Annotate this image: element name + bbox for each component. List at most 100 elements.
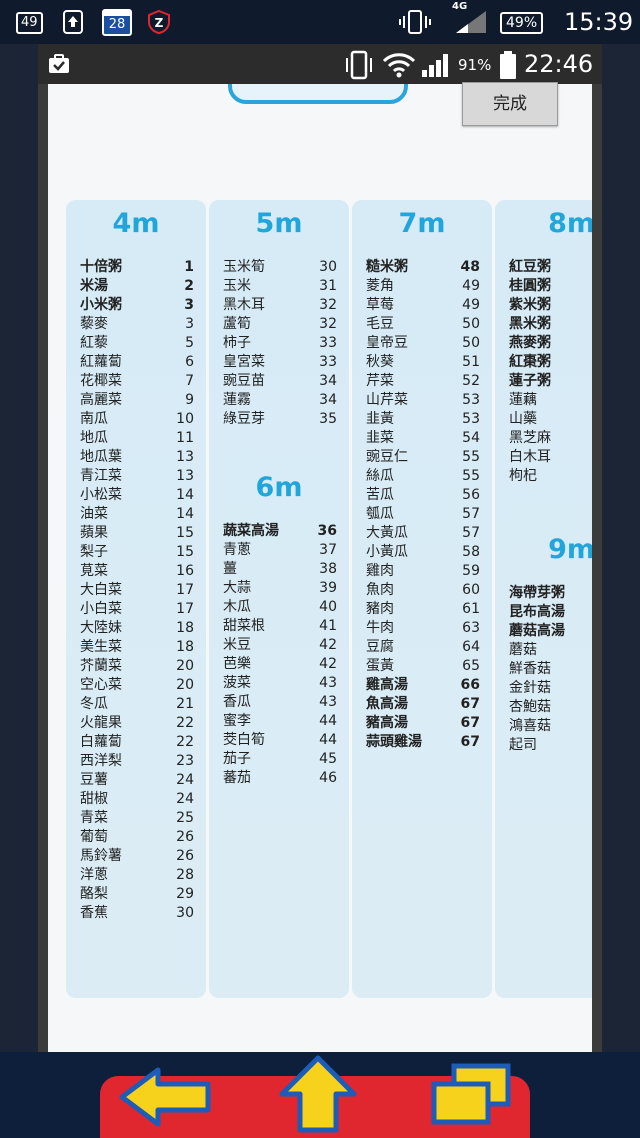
ingredient-item: 玉米 31 [223,277,337,296]
ingredient-item: 毛豆 50 [366,315,480,334]
ingredient-page: 5 [185,335,194,351]
vibrate-icon [398,9,432,35]
ingredient-name: 豬肉 [366,601,394,617]
ingredient-item: 秋葵 51 [366,353,480,372]
ingredient-name: 紅棗粥 [509,354,551,370]
home-arrow-up-icon [279,1055,357,1133]
ingredient-name: 芥蘭菜 [80,658,122,674]
ingredient-name: 絲瓜 [366,468,394,484]
ingredient-name: 山芹菜 [366,392,408,408]
ingredient-name: 蘆筍 [223,316,251,332]
ingredient-page: 58 [462,544,480,560]
ingredient-item: 香蕉 30 [80,904,194,923]
ingredient-page: 42 [319,637,337,653]
ingredient-page: 10 [176,411,194,427]
ingredient-page: 49 [462,297,480,313]
ingredient-item: 紅豆粥 [509,258,592,277]
ingredient-name: 毛豆 [366,316,394,332]
ingredient-item: 小松菜 14 [80,486,194,505]
home-button[interactable] [278,1054,358,1134]
ingredient-page: 30 [176,905,194,921]
notification-count: 49 [21,15,38,30]
ingredient-item: 鮮香菇 [509,660,592,679]
ingredient-item: 柿子 33 [223,334,337,353]
ingredient-page: 3 [184,297,194,313]
back-button[interactable] [118,1064,214,1130]
ingredient-item: 西洋梨 23 [80,752,194,771]
ingredient-name: 小白菜 [80,601,122,617]
ingredient-name: 地瓜 [80,430,108,446]
ingredient-item: 大黃瓜 57 [366,524,480,543]
ingredient-name: 瓠瓜 [366,506,394,522]
ingredient-name: 桂圓粥 [509,278,551,294]
ingredient-page: 44 [319,713,337,729]
ingredient-item: 葡萄 26 [80,828,194,847]
status-bar: 49 28 Z 4G 49% 15:39 [0,0,640,44]
calendar-icon: 28 [102,9,132,36]
ingredient-name: 甜椒 [80,791,108,807]
ingredient-page: 17 [176,601,194,617]
ingredient-item: 木瓜 40 [223,598,337,617]
ingredient-name: 玉米筍 [223,259,265,275]
ingredient-name: 蓮霧 [223,392,251,408]
ingredient-name: 紅蘿蔔 [80,354,122,370]
ingredient-page: 39 [319,580,337,596]
ingredient-item: 蓮藕 [509,391,592,410]
column-4m: 4m 十倍粥 1 米湯 2 小米粥 3 藜麥 3 紅藜 5 紅蘿蔔 6 花椰菜 7 高麗菜 9 南瓜 10 地瓜 11… [66,200,206,998]
inner-signal-percent: 91% [458,56,492,74]
ingredient-page: 61 [462,601,480,617]
ingredient-page: 20 [176,658,194,674]
ingredient-item: 米豆 42 [223,636,337,655]
ingredient-name: 紫米粥 [509,297,551,313]
ingredient-name: 白木耳 [509,449,551,465]
ingredient-item: 甜菜根 41 [223,617,337,636]
ingredient-item: 蓮子粥 [509,372,592,391]
ingredient-name: 香蕉 [80,905,108,921]
ingredient-page: 11 [176,430,194,446]
ingredient-page: 36 [317,523,337,539]
arrow-left-icon [119,1067,211,1127]
ingredient-item: 蜜李 44 [223,712,337,731]
ingredient-page: 17 [176,582,194,598]
ingredient-item: 豆腐 64 [366,638,480,657]
done-button[interactable]: 完成 [462,82,558,126]
ingredient-item: 大白菜 17 [80,581,194,600]
ingredient-name: 蘋果 [80,525,108,541]
ingredient-page: 67 [460,715,480,731]
ingredient-item: 山芹菜 53 [366,391,480,410]
ingredient-item: 菠菜 43 [223,674,337,693]
ingredient-item: 豆薯 24 [80,771,194,790]
recipe-index-page[interactable]: 4m 十倍粥 1 米湯 2 小米粥 3 藜麥 3 紅藜 5 紅蘿蔔 6 花椰菜 7 高麗菜 9 南瓜 10 地瓜 11… [48,84,592,1052]
ingredient-name: 小米粥 [80,297,122,313]
ingredient-name: 韭菜 [366,430,394,446]
column-header-secondary: 9m [548,534,592,565]
ingredient-name: 黑木耳 [223,297,265,313]
phone-vibrate-icon [344,50,374,80]
ingredient-name: 杏鮑菇 [509,699,551,715]
ingredient-name: 空心菜 [80,677,122,693]
ingredient-page: 45 [319,751,337,767]
ingredient-name: 木瓜 [223,599,251,615]
recents-button[interactable] [428,1062,512,1128]
ingredient-name: 西洋梨 [80,753,122,769]
ingredient-item: 青菜 25 [80,809,194,828]
ingredient-item: 地瓜 11 [80,429,194,448]
ingredient-name: 葡萄 [80,829,108,845]
ingredient-item: 青江菜 13 [80,467,194,486]
ingredient-page: 28 [176,867,194,883]
ingredient-page: 32 [319,316,337,332]
ingredient-item: 魚高湯 67 [366,695,480,714]
ingredient-name: 蘑菇 [509,642,537,658]
column-8m-9m: 8m 紅豆粥 桂圓粥 紫米粥 黑米粥 燕麥粥 紅棗粥 蓮子粥 蓮藕 山藥 黑芝麻 白木耳 枸杞 9m … [495,200,592,998]
wifi-icon [382,52,416,78]
ingredient-name: 菱角 [366,278,394,294]
ingredient-name: 油菜 [80,506,108,522]
ingredient-name: 大黃瓜 [366,525,408,541]
ingredient-item: 豬高湯 67 [366,714,480,733]
ingredient-item: 瓠瓜 57 [366,505,480,524]
ingredient-item: 苦瓜 56 [366,486,480,505]
ingredient-item: 小白菜 17 [80,600,194,619]
ingredient-name: 起司 [509,737,537,753]
ingredient-page: 13 [176,449,194,465]
ingredient-page: 63 [462,620,480,636]
